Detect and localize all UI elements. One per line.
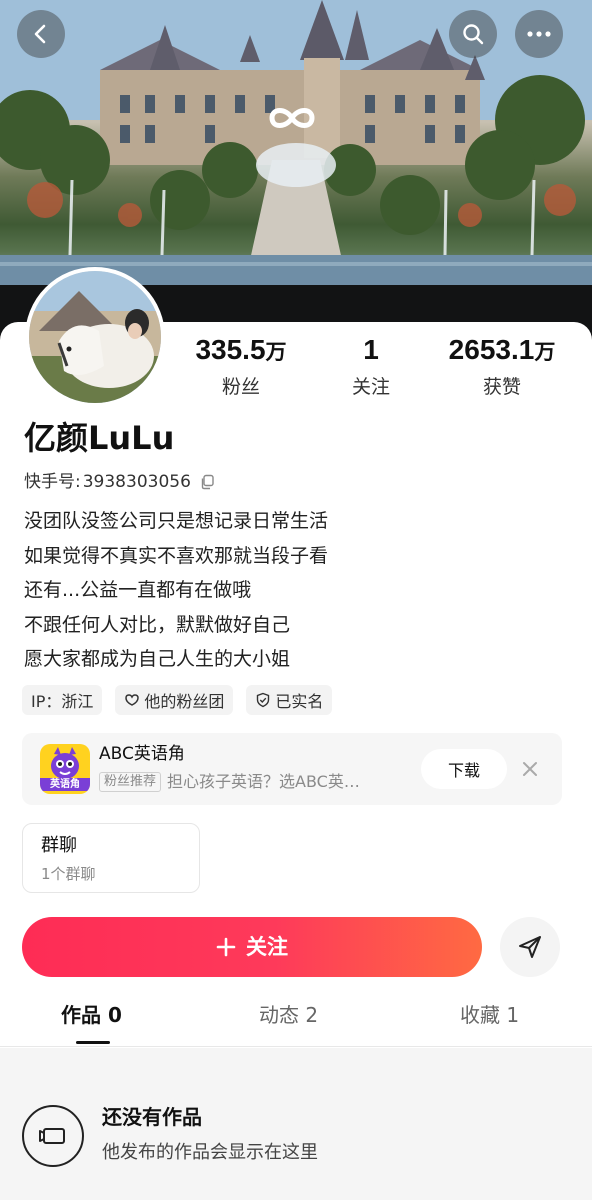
ad-banner[interactable]: 英语角 ABC英语角 粉丝推荐 担心孩子英语？选ABC英… 下载 bbox=[22, 733, 562, 805]
kuaishou-id-row[interactable]: 快手号: 3938303056 bbox=[24, 470, 215, 494]
empty-state-title: 还没有作品 bbox=[102, 1105, 202, 1129]
group-chat-title: 群聊 bbox=[41, 835, 77, 856]
ad-logo-text: 英语角 bbox=[40, 778, 90, 791]
verified-shield-icon bbox=[257, 692, 270, 708]
fans-count: 335.5万 bbox=[195, 334, 287, 365]
bio-line: 没团队没签公司只是想记录日常生活 bbox=[24, 510, 329, 532]
more-button[interactable] bbox=[515, 10, 563, 58]
tag-fan-club[interactable]: 他的粉丝团 bbox=[115, 685, 234, 715]
fans-label: 粉丝 bbox=[221, 376, 260, 398]
bio-line: 愿大家都成为自己人生的大小姐 bbox=[24, 648, 291, 670]
profile-bio: 没团队没签公司只是想记录日常生活 如果觉得不真实不喜欢那就当段子看 还有...公… bbox=[24, 504, 328, 677]
share-button[interactable] bbox=[500, 917, 560, 977]
chevron-left-icon bbox=[34, 24, 46, 44]
tag-verified[interactable]: 已实名 bbox=[246, 685, 333, 715]
likes-count: 2653.1万 bbox=[448, 334, 556, 365]
tag-label: 他的粉丝团 bbox=[144, 692, 225, 711]
infinity-icon bbox=[264, 100, 320, 136]
ad-download-button[interactable]: 下载 bbox=[421, 749, 507, 789]
back-button[interactable] bbox=[17, 10, 65, 58]
profile-name: 亿颜LuLu bbox=[24, 419, 175, 457]
ad-badge: 粉丝推荐 bbox=[99, 772, 162, 792]
kuaishou-id-value: 3938303056 bbox=[82, 472, 191, 492]
send-icon bbox=[519, 936, 541, 958]
empty-state: 还没有作品 他发布的作品会显示在这里 bbox=[0, 1048, 592, 1200]
ad-app-name: ABC英语角 bbox=[99, 744, 185, 764]
avatar-photo bbox=[29, 271, 161, 403]
copy-icon[interactable] bbox=[199, 474, 215, 490]
more-dots-icon bbox=[527, 31, 551, 37]
stat-likes[interactable]: 2653.1万 获赞 bbox=[440, 334, 564, 399]
group-chat-card[interactable]: 群聊 1个群聊 bbox=[22, 823, 200, 893]
following-count: 1 bbox=[363, 334, 379, 365]
follow-label: 关注 bbox=[246, 935, 288, 959]
video-camera-icon bbox=[22, 1105, 84, 1167]
bio-line: 还有...公益一直都有在做哦 bbox=[24, 579, 252, 601]
avatar[interactable] bbox=[25, 267, 165, 407]
tab-works[interactable]: 作品 0 bbox=[61, 1001, 122, 1029]
close-icon[interactable] bbox=[518, 757, 542, 781]
stat-fans[interactable]: 335.5万 粉丝 bbox=[185, 334, 297, 399]
tab-favorites[interactable]: 收藏 1 bbox=[460, 1001, 519, 1029]
tag-label: IP：浙江 bbox=[31, 692, 94, 711]
kuaishou-id-label: 快手号: bbox=[24, 472, 81, 492]
search-button[interactable] bbox=[449, 10, 497, 58]
ad-subtitle: 粉丝推荐 担心孩子英语？选ABC英… bbox=[99, 771, 360, 793]
fan-club-icon bbox=[125, 694, 140, 706]
profile-tabs: 作品 0 动态 2 收藏 1 bbox=[0, 985, 592, 1047]
group-chat-count: 1个群聊 bbox=[41, 865, 96, 883]
following-label: 关注 bbox=[351, 376, 390, 398]
tab-dynamic[interactable]: 动态 2 bbox=[259, 1001, 318, 1029]
plus-icon bbox=[216, 937, 236, 957]
tag-ip-location: IP：浙江 bbox=[22, 685, 103, 715]
follow-button[interactable]: 关注 bbox=[22, 917, 482, 977]
likes-label: 获赞 bbox=[482, 376, 521, 398]
ad-app-logo: 英语角 bbox=[40, 744, 90, 794]
bio-line: 如果觉得不真实不喜欢那就当段子看 bbox=[24, 544, 329, 567]
stat-following[interactable]: 1 关注 bbox=[322, 334, 420, 399]
active-tab-indicator bbox=[76, 1041, 110, 1044]
search-icon bbox=[463, 24, 484, 45]
ad-description: 担心孩子英语？选ABC英… bbox=[167, 772, 360, 791]
bio-line: 不跟任何人对比，默默做好自己 bbox=[24, 613, 291, 636]
empty-state-subtitle: 他发布的作品会显示在这里 bbox=[102, 1142, 318, 1163]
profile-tags: IP：浙江 他的粉丝团 已实名 bbox=[22, 685, 333, 715]
tag-label: 已实名 bbox=[275, 692, 324, 711]
